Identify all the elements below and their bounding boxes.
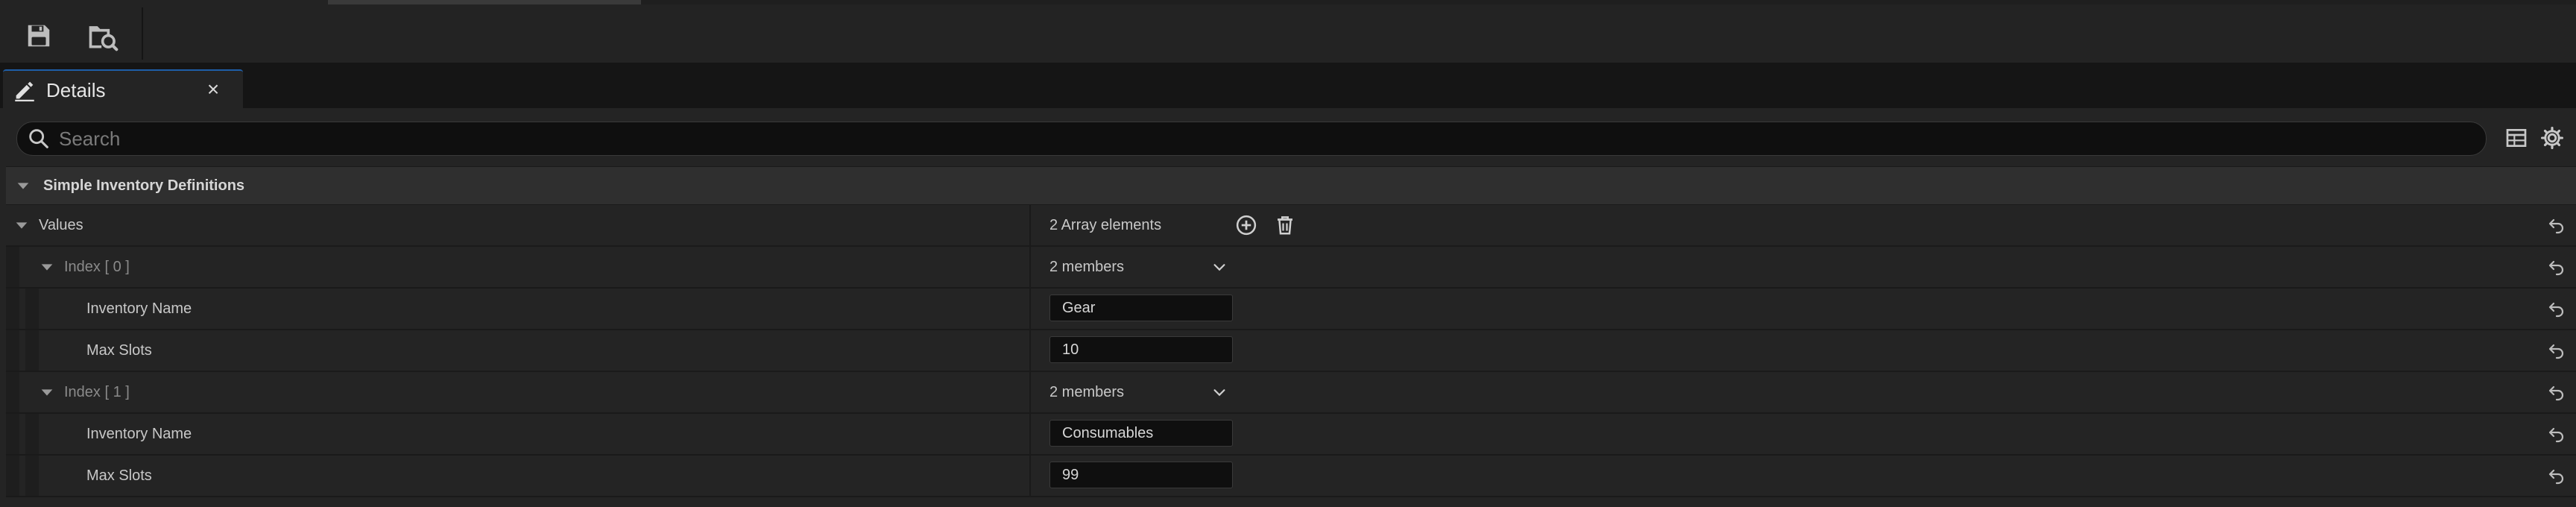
empty-array-button[interactable] bbox=[1273, 213, 1297, 237]
indent-guide bbox=[6, 372, 19, 412]
column-splitter[interactable] bbox=[1029, 330, 1031, 371]
indent-guide bbox=[6, 289, 19, 329]
details-pencil-icon bbox=[15, 81, 34, 102]
members-count: 2 members bbox=[1049, 258, 1125, 275]
undo-arrow-icon bbox=[2548, 427, 2564, 443]
max-slots-label: Max Slots bbox=[86, 341, 152, 359]
indent-guide bbox=[6, 247, 19, 287]
index-0-label: Index [ 0 ] bbox=[64, 258, 130, 275]
trash-icon bbox=[1278, 216, 1292, 235]
inventory-name-label: Inventory Name bbox=[86, 425, 192, 442]
tab-bar: Details × bbox=[0, 63, 2576, 110]
undo-arrow-icon bbox=[2548, 260, 2564, 276]
add-element-button[interactable] bbox=[1234, 213, 1258, 237]
index-0-row: Index [ 0 ] 2 members bbox=[6, 247, 2576, 289]
column-splitter[interactable] bbox=[1029, 414, 1031, 454]
undo-arrow-icon bbox=[2548, 302, 2564, 318]
indent-guide bbox=[6, 330, 19, 371]
reset-to-default-button[interactable] bbox=[2546, 423, 2567, 444]
column-splitter[interactable] bbox=[1029, 289, 1031, 329]
collapse-arrow-icon[interactable] bbox=[12, 215, 31, 235]
values-label: Values bbox=[39, 216, 83, 233]
indent-guide bbox=[25, 289, 39, 329]
table-view-icon bbox=[2506, 129, 2527, 147]
search-icon bbox=[29, 129, 48, 148]
tab-details-label: Details bbox=[46, 78, 106, 101]
browse-asset-icon bbox=[89, 26, 119, 51]
plus-circle-icon bbox=[1236, 215, 1257, 236]
tab-details[interactable]: Details × bbox=[3, 69, 243, 110]
reset-to-default-button[interactable] bbox=[2546, 340, 2567, 361]
reset-to-default-button[interactable] bbox=[2546, 465, 2567, 486]
max-slots-field[interactable]: 10 bbox=[1049, 336, 1233, 363]
reset-to-default-button[interactable] bbox=[2546, 382, 2567, 403]
inventory-name-row: Inventory Name Consumables bbox=[6, 414, 2576, 456]
settings-button[interactable] bbox=[2536, 122, 2569, 154]
chevron-down-icon[interactable] bbox=[1209, 382, 1230, 403]
column-splitter[interactable] bbox=[1029, 247, 1031, 287]
save-button[interactable] bbox=[18, 15, 60, 57]
members-count: 2 members bbox=[1049, 383, 1125, 400]
max-slots-label: Max Slots bbox=[86, 467, 152, 484]
toolbar bbox=[0, 4, 2576, 63]
reset-to-default-button[interactable] bbox=[2546, 256, 2567, 277]
index-1-label: Index [ 1 ] bbox=[64, 383, 130, 400]
indent-guide bbox=[6, 414, 19, 454]
column-splitter[interactable] bbox=[1029, 456, 1031, 496]
collapse-arrow-icon[interactable] bbox=[13, 176, 33, 195]
undo-arrow-icon bbox=[2548, 385, 2564, 401]
indent-guide bbox=[25, 456, 39, 496]
indent-guide bbox=[6, 456, 19, 496]
max-slots-field[interactable]: 99 bbox=[1049, 462, 1233, 488]
property-matrix-button[interactable] bbox=[2500, 122, 2533, 154]
reset-to-default-button[interactable] bbox=[2546, 298, 2567, 319]
max-slots-row: Max Slots 10 bbox=[6, 330, 2576, 372]
close-icon[interactable]: × bbox=[200, 76, 227, 103]
toolbar-separator bbox=[142, 7, 143, 60]
collapse-arrow-icon[interactable] bbox=[37, 382, 57, 402]
values-row: Values 2 Array elements bbox=[6, 205, 2576, 247]
collapse-arrow-icon[interactable] bbox=[37, 257, 57, 277]
undo-arrow-icon bbox=[2548, 218, 2564, 234]
column-splitter[interactable] bbox=[1029, 372, 1031, 412]
search-box bbox=[16, 122, 2487, 156]
array-count: 2 Array elements bbox=[1049, 216, 1162, 233]
browse-asset-button[interactable] bbox=[82, 15, 124, 57]
reset-to-default-button[interactable] bbox=[2546, 215, 2567, 236]
inventory-name-row: Inventory Name Gear bbox=[6, 289, 2576, 330]
indent-guide bbox=[25, 330, 39, 371]
save-icon bbox=[28, 25, 50, 47]
inventory-name-field[interactable]: Gear bbox=[1049, 295, 1233, 321]
search-input[interactable] bbox=[57, 126, 2446, 151]
inventory-name-label: Inventory Name bbox=[86, 300, 192, 317]
max-slots-row: Max Slots 99 bbox=[6, 456, 2576, 497]
gear-icon bbox=[2540, 126, 2564, 150]
inventory-name-field[interactable]: Consumables bbox=[1049, 420, 1233, 447]
undo-arrow-icon bbox=[2548, 469, 2564, 485]
details-panel: Simple Inventory Definitions Values 2 Ar… bbox=[0, 108, 2576, 507]
column-splitter[interactable] bbox=[1029, 205, 1031, 245]
undo-arrow-icon bbox=[2548, 344, 2564, 359]
chevron-down-icon[interactable] bbox=[1209, 256, 1230, 277]
index-1-row: Index [ 1 ] 2 members bbox=[6, 372, 2576, 414]
category-header[interactable]: Simple Inventory Definitions bbox=[6, 166, 2576, 205]
indent-guide bbox=[25, 414, 39, 454]
category-title: Simple Inventory Definitions bbox=[43, 177, 245, 194]
